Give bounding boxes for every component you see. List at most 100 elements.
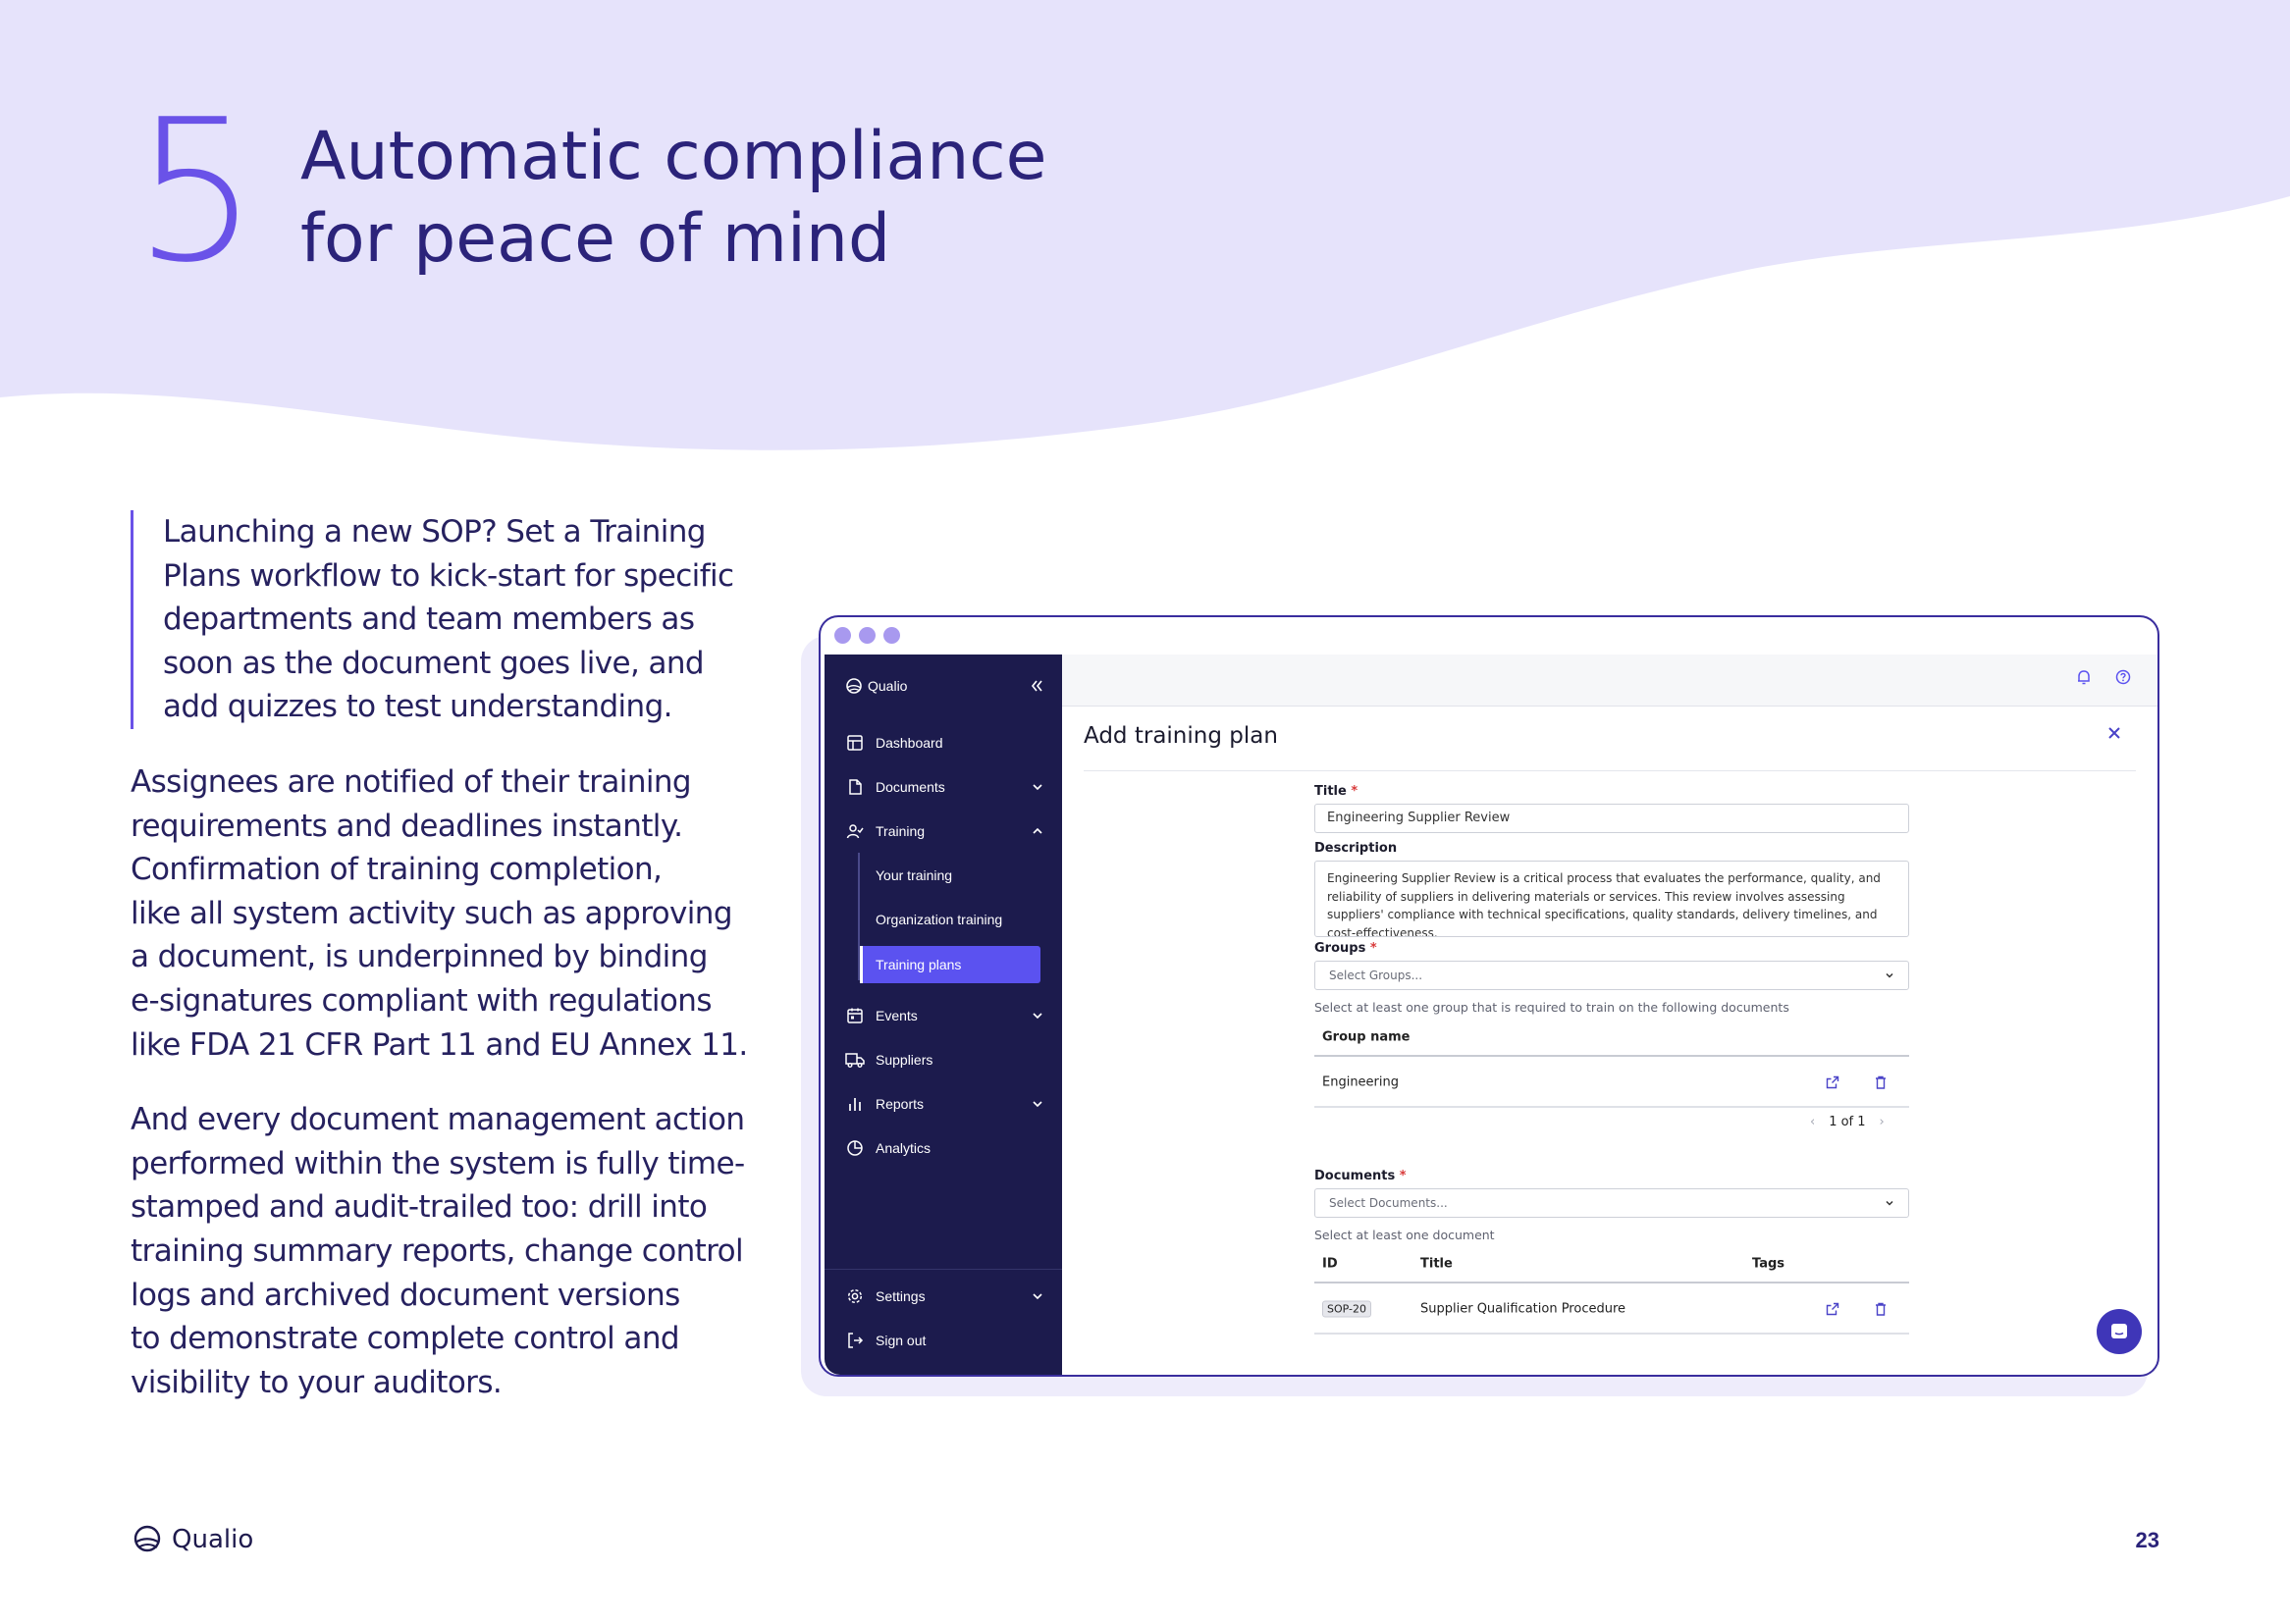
sidebar-item-label: Reports	[876, 1096, 925, 1112]
description-label: Description	[1314, 841, 1398, 856]
open-link-icon[interactable]	[1825, 1301, 1840, 1317]
chevron-down-icon[interactable]	[1031, 780, 1044, 794]
sidebar-item-reports[interactable]: Reports	[844, 1086, 1044, 1122]
sidebar-item-settings[interactable]: Settings	[844, 1279, 1044, 1314]
bell-icon[interactable]	[2075, 668, 2093, 686]
gear-icon	[844, 1285, 866, 1307]
required-marker: *	[1399, 1169, 1407, 1183]
document-title-cell: Supplier Qualification Procedure	[1420, 1301, 1626, 1317]
title-input[interactable]: Engineering Supplier Review	[1314, 804, 1909, 833]
sidebar-item-label: Dashboard	[876, 735, 943, 751]
chevron-down-icon	[1886, 1200, 1893, 1206]
chat-support-button[interactable]	[2097, 1309, 2142, 1354]
chevron-down-icon[interactable]	[1031, 1097, 1044, 1111]
sidebar-divider	[825, 1269, 1062, 1270]
paragraph-notifications: Assignees are notified of their training…	[131, 760, 748, 1067]
label-text: Documents	[1314, 1169, 1396, 1183]
window-dot[interactable]	[883, 627, 900, 644]
calendar-icon	[844, 1005, 866, 1026]
chevron-up-icon[interactable]	[1031, 824, 1044, 838]
open-link-icon[interactable]	[1825, 1074, 1840, 1090]
quote-line: soon as the document goes live, and	[163, 645, 705, 681]
id-column-header: ID	[1322, 1256, 1338, 1272]
quote-line: add quizzes to test understanding.	[163, 689, 673, 725]
user-check-icon	[844, 820, 866, 842]
bar-chart-icon	[844, 1093, 866, 1115]
sidebar-item-label: Sign out	[876, 1333, 927, 1348]
sidebar-subitem-organization-training[interactable]: Organization training	[876, 902, 1002, 937]
quote-line: departments and team members as	[163, 602, 695, 638]
description-textarea[interactable]: Engineering Supplier Review is a critica…	[1314, 861, 1909, 937]
window-dot[interactable]	[859, 627, 876, 644]
groups-label: Groups *	[1314, 941, 1377, 956]
panel-title: Add training plan	[1084, 723, 1278, 749]
footer-brand-name: Qualio	[172, 1525, 254, 1554]
sidebar-item-suppliers[interactable]: Suppliers	[844, 1042, 1044, 1077]
app-window: Qualio Dashboard Documents Training Your…	[819, 615, 2159, 1377]
sidebar-item-label: Analytics	[876, 1140, 932, 1156]
sidebar-header: Qualio	[844, 666, 1044, 706]
window-dot[interactable]	[834, 627, 851, 644]
sidebar-subitem-training-plans[interactable]: Training plans	[876, 947, 961, 982]
trash-icon[interactable]	[1873, 1301, 1889, 1317]
paragraph-line: stamped and audit-trailed too: drill int…	[131, 1189, 708, 1226]
quote-line: Launching a new SOP? Set a Training	[163, 514, 706, 550]
sidebar-item-analytics[interactable]: Analytics	[844, 1130, 1044, 1166]
paragraph-line: Assignees are notified of their training	[131, 763, 692, 800]
sidebar-logo[interactable]: Qualio	[844, 676, 907, 696]
documents-table-header: ID Title Tags	[1314, 1246, 1909, 1283]
sidebar-item-sign-out[interactable]: Sign out	[844, 1323, 1044, 1358]
chat-icon	[2111, 1324, 2127, 1338]
table-row: SOP-20 Supplier Qualification Procedure	[1314, 1285, 1909, 1335]
paragraph-line: logs and archived document versions	[131, 1277, 680, 1313]
chevron-down-icon[interactable]	[1031, 1289, 1044, 1303]
title-column-header: Title	[1420, 1256, 1453, 1272]
title-label: Title *	[1314, 784, 1358, 799]
top-bar	[1062, 655, 2157, 707]
chevron-down-icon	[1886, 972, 1893, 978]
qualio-logo-icon	[133, 1525, 161, 1552]
body-text-column: Launching a new SOP? Set a Training Plan…	[131, 510, 748, 1404]
sidebar-item-dashboard[interactable]: Dashboard	[844, 725, 1044, 760]
paragraph-line: And every document management action	[131, 1102, 745, 1138]
collapse-sidebar-icon[interactable]	[1029, 678, 1044, 694]
previous-page-icon[interactable]: ‹	[1810, 1115, 1815, 1129]
groups-select[interactable]: Select Groups...	[1314, 961, 1909, 990]
paragraph-line: like all system activity such as approvi…	[131, 895, 733, 931]
quote-line: Plans workflow to kick-start for specifi…	[163, 557, 734, 594]
sidebar-item-label: Training	[876, 823, 926, 839]
required-marker: *	[1351, 784, 1358, 799]
section-title: Automatic compliance for peace of mind	[300, 116, 1047, 281]
panel-divider	[1084, 770, 2136, 771]
paragraph-line: a document, is underpinned by binding	[131, 939, 708, 975]
sidebar-subitem-your-training[interactable]: Your training	[876, 858, 952, 893]
paragraph-line: like FDA 21 CFR Part 11 and EU Annex 11.	[131, 1026, 748, 1063]
help-icon[interactable]	[2114, 668, 2132, 686]
sidebar-item-documents[interactable]: Documents	[844, 769, 1044, 805]
sidebar: Qualio Dashboard Documents Training Your…	[825, 655, 1062, 1375]
section-title-line-2: for peace of mind	[300, 200, 891, 278]
documents-label: Documents *	[1314, 1169, 1407, 1183]
page-indicator: 1 of 1	[1829, 1115, 1866, 1129]
group-name-column-header: Group name	[1322, 1029, 1411, 1045]
paragraph-line: Confirmation of training completion,	[131, 852, 663, 888]
sidebar-item-training[interactable]: Training	[844, 813, 1044, 849]
sidebar-item-label: Suppliers	[876, 1052, 933, 1068]
groups-table-header: Group name	[1314, 1020, 1909, 1057]
documents-select[interactable]: Select Documents...	[1314, 1188, 1909, 1218]
groups-pagination: ‹ 1 of 1 ›	[1810, 1115, 1885, 1129]
page-number: 23	[2135, 1528, 2159, 1552]
next-page-icon[interactable]: ›	[1880, 1115, 1885, 1129]
window-controls	[834, 627, 900, 644]
trash-icon[interactable]	[1873, 1074, 1889, 1090]
sidebar-brand-name: Qualio	[868, 678, 908, 694]
paragraph-line: performed within the system is fully tim…	[131, 1145, 745, 1181]
paragraph-line: visibility to your auditors.	[131, 1364, 503, 1400]
document-icon	[844, 776, 866, 798]
chevron-down-icon[interactable]	[1031, 1009, 1044, 1022]
group-name-cell: Engineering	[1322, 1074, 1399, 1090]
active-item-indicator	[860, 946, 863, 983]
sidebar-item-events[interactable]: Events	[844, 998, 1044, 1033]
close-icon[interactable]	[2104, 723, 2124, 743]
sign-out-icon	[844, 1330, 866, 1351]
